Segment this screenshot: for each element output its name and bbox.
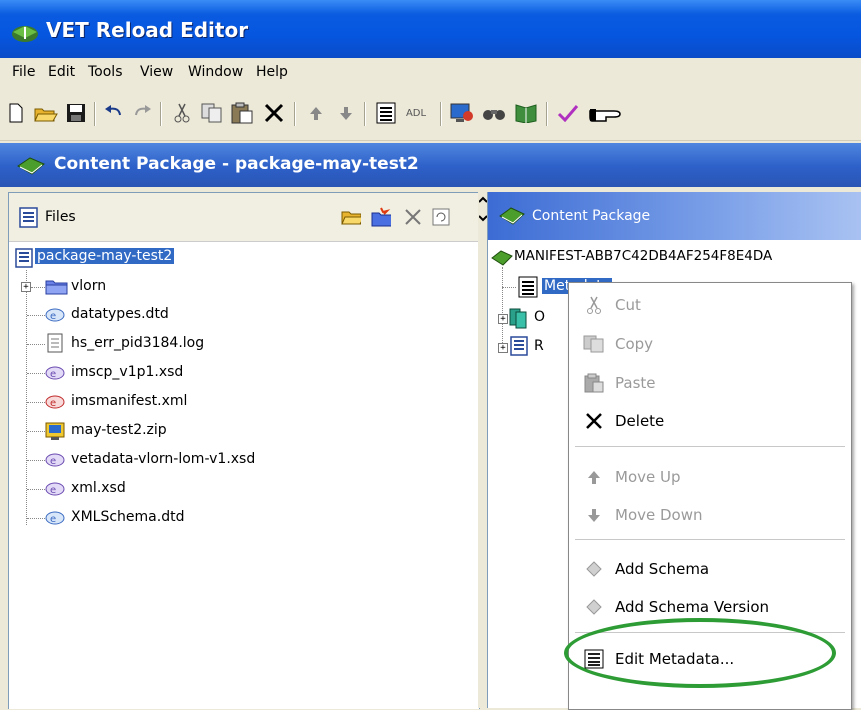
svg-text:e: e: [50, 456, 56, 467]
resources-icon: [510, 336, 528, 360]
files-pane-header: Files: [9, 193, 479, 242]
move-down-icon: [583, 505, 605, 525]
move-down-icon[interactable]: [334, 100, 358, 126]
monitor-icon[interactable]: [450, 100, 474, 126]
svg-text:e: e: [50, 398, 56, 409]
xml-file-icon: e: [45, 510, 65, 530]
menu-item-delete[interactable]: Delete: [569, 403, 851, 439]
paste-icon[interactable]: [230, 100, 254, 126]
files-icon: [19, 207, 39, 233]
annotation-highlight-ellipse: [564, 618, 836, 688]
content-package-icon: [498, 206, 526, 230]
menu-item-add-schema[interactable]: Add Schema: [569, 551, 851, 587]
document-title: Content Package - package-may-test2: [54, 154, 419, 174]
menu-separator: [575, 539, 845, 540]
menu-item-move-up[interactable]: Move Up: [569, 459, 851, 495]
tree-item-imsmanifest-xml[interactable]: imsmanifest.xml: [71, 393, 187, 409]
document-title-bar: Content Package - package-may-test2: [0, 143, 861, 187]
tree-item-xml-xsd[interactable]: xml.xsd: [71, 480, 126, 496]
copy-icon[interactable]: [200, 100, 224, 126]
metadata-icon: [518, 276, 538, 302]
tree-item-organizations[interactable]: O: [534, 309, 545, 325]
title-bar: VET Reload Editor: [0, 0, 861, 58]
tree-manifest[interactable]: MANIFEST-ABB7C42DB4AF254F8E4DA: [514, 248, 772, 264]
tree-item-imscp-xsd[interactable]: imscp_v1p1.xsd: [71, 364, 183, 380]
diamond-icon: [583, 559, 605, 579]
window-title: VET Reload Editor: [46, 18, 249, 42]
xml-file-icon: e: [45, 365, 65, 385]
xml-file-icon: e: [45, 394, 65, 414]
metadata-icon[interactable]: [374, 100, 398, 126]
new-folder-icon[interactable]: [371, 207, 391, 227]
xml-file-icon: e: [45, 481, 65, 501]
delete-icon[interactable]: [403, 207, 423, 227]
delete-icon: [583, 411, 605, 431]
expand-icon[interactable]: +: [498, 343, 508, 353]
move-up-icon[interactable]: [304, 100, 328, 126]
refresh-icon[interactable]: [431, 207, 451, 227]
tree-root-package[interactable]: package-may-test2: [35, 248, 175, 264]
menu-separator: [575, 446, 845, 447]
toolbar: ADL: [0, 88, 861, 141]
new-document-icon[interactable]: [4, 100, 28, 126]
zip-file-icon: [45, 421, 67, 445]
xml-file-icon: e: [45, 452, 65, 472]
paste-icon: [583, 373, 605, 393]
menu-file[interactable]: File: [12, 64, 35, 80]
tree-item-resources[interactable]: R: [534, 338, 544, 354]
cut-icon: [583, 295, 605, 315]
delete-icon[interactable]: [262, 100, 286, 126]
text-file-icon: [47, 333, 63, 357]
open-folder-icon[interactable]: [341, 207, 361, 227]
files-pane: Files package-may-test2 + vlorn e dataty…: [8, 192, 480, 709]
book-icon[interactable]: [514, 100, 538, 126]
svg-text:e: e: [50, 311, 56, 322]
menu-bar: File Edit Tools View Window Help: [0, 58, 861, 88]
content-pane-header: Content Package: [488, 192, 861, 240]
content-package-icon: [16, 156, 46, 180]
svg-text:e: e: [50, 514, 56, 525]
tree-item-datatypes-dtd[interactable]: datatypes.dtd: [71, 306, 169, 322]
adl-icon[interactable]: ADL: [400, 100, 432, 126]
copy-icon: [583, 334, 605, 354]
binoculars-icon[interactable]: [482, 100, 506, 126]
menu-edit[interactable]: Edit: [48, 64, 75, 80]
redo-icon[interactable]: [130, 100, 154, 126]
content-pane-title: Content Package: [532, 208, 651, 224]
tree-item-hs-err-log[interactable]: hs_err_pid3184.log: [71, 335, 204, 351]
expand-icon[interactable]: +: [498, 314, 508, 324]
menu-item-cut[interactable]: Cut: [569, 287, 851, 323]
menu-item-copy[interactable]: Copy: [569, 326, 851, 362]
diamond-icon: [583, 597, 605, 617]
menu-view[interactable]: View: [140, 64, 173, 80]
menu-item-paste[interactable]: Paste: [569, 365, 851, 401]
xml-file-icon: e: [45, 307, 65, 327]
files-pane-title: Files: [45, 209, 76, 225]
organizations-icon: [508, 307, 532, 333]
pane-splitter[interactable]: [478, 192, 488, 708]
tree-item-vetadata-xsd[interactable]: vetadata-vlorn-lom-v1.xsd: [71, 451, 255, 467]
folder-icon: [45, 277, 69, 299]
menu-item-move-down[interactable]: Move Down: [569, 497, 851, 533]
svg-text:e: e: [50, 485, 56, 496]
expand-icon[interactable]: +: [21, 282, 31, 292]
menu-help[interactable]: Help: [256, 64, 288, 80]
checkmark-icon[interactable]: [556, 100, 580, 126]
tree-item-may-test2-zip[interactable]: may-test2.zip: [71, 422, 167, 438]
tree-item-vlorn[interactable]: vlorn: [71, 278, 106, 294]
menu-tools[interactable]: Tools: [88, 64, 123, 80]
book-icon: [10, 22, 40, 48]
svg-text:e: e: [50, 369, 56, 380]
move-up-icon: [583, 467, 605, 487]
pointing-hand-icon[interactable]: [588, 100, 624, 126]
tree-item-xmlschema-dtd[interactable]: XMLSchema.dtd: [71, 509, 184, 525]
menu-window[interactable]: Window: [188, 64, 243, 80]
open-folder-icon[interactable]: [34, 100, 58, 126]
package-icon: [15, 248, 33, 272]
save-icon[interactable]: [64, 100, 88, 126]
undo-icon[interactable]: [102, 100, 126, 126]
cut-icon[interactable]: [170, 100, 194, 126]
